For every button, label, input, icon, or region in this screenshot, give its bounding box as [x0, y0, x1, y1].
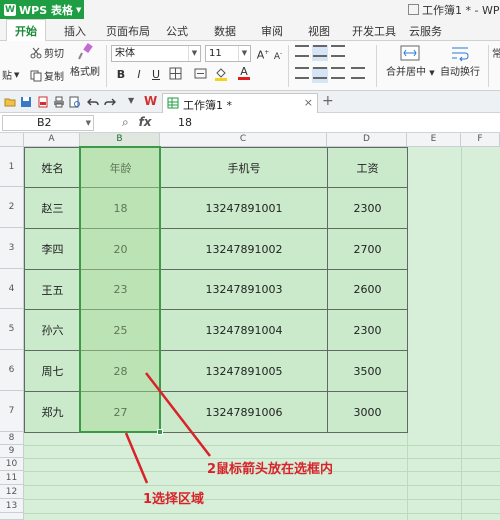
- redo-icon[interactable]: [104, 96, 116, 108]
- align-middle-button[interactable]: [312, 45, 328, 61]
- align-center-button[interactable]: [312, 67, 328, 83]
- name-box[interactable]: B2 ▼: [2, 115, 94, 131]
- chevron-down-icon: ▼: [85, 119, 91, 127]
- divider: [488, 45, 489, 87]
- formula-bar: B2 ▼ ⌕ fx 18: [0, 113, 500, 133]
- align-bottom-button[interactable]: [330, 45, 346, 61]
- divider: [106, 45, 107, 87]
- justify-icon: [351, 67, 365, 79]
- format-painter-button[interactable]: 格式刷: [70, 43, 100, 78]
- grow-font-button[interactable]: A+: [255, 45, 271, 62]
- annotation-line: [124, 432, 149, 484]
- copy-button[interactable]: 复制: [30, 68, 64, 83]
- tab-developer[interactable]: 开发工具: [352, 23, 396, 39]
- app-menu-button[interactable]: W WPS 表格 ▼: [0, 0, 84, 19]
- chevron-down-icon: ▼: [75, 5, 82, 14]
- shrink-font-button[interactable]: A-: [270, 46, 286, 62]
- print-preview-icon[interactable]: [69, 96, 81, 108]
- paint-bucket-icon: [215, 68, 227, 81]
- borders-button[interactable]: [167, 67, 183, 83]
- align-left-button[interactable]: [294, 67, 310, 83]
- pdf-export-icon[interactable]: [37, 96, 49, 108]
- save-icon[interactable]: [20, 96, 32, 108]
- copy-icon: [30, 70, 42, 81]
- align-left-icon: [295, 67, 309, 79]
- annotation-line: [145, 372, 211, 457]
- distribute-button[interactable]: [350, 67, 366, 83]
- italic-button[interactable]: I: [131, 67, 147, 83]
- wps-logo-icon: W: [4, 3, 16, 16]
- ribbon-tabs: 开始 插入 页面布局 公式 数据 审阅 视图 开发工具 云服务: [0, 19, 500, 41]
- app-name: WPS 表格: [19, 3, 73, 17]
- tab-view[interactable]: 视图: [308, 23, 330, 39]
- undo-icon[interactable]: [87, 96, 99, 108]
- spreadsheet-doc-icon: [167, 97, 179, 109]
- align-top-button[interactable]: [294, 45, 310, 61]
- annotation-cursor-inside: 2鼠标箭头放在选框内: [207, 462, 334, 477]
- window-title: 工作簿1 * - WPS: [408, 2, 500, 18]
- annotation-select-region: 1选择区域: [143, 492, 205, 507]
- wrap-text-icon: [452, 47, 469, 62]
- formula-icons: ⌕ fx: [122, 115, 152, 130]
- formula-input[interactable]: 18: [178, 116, 192, 129]
- spreadsheet-grid[interactable]: A B C D E F 1 2 3 4 5 6 7 8 9 10 11 12 1…: [0, 133, 500, 520]
- align-top-icon: [295, 45, 309, 57]
- tab-page-layout[interactable]: 页面布局: [106, 23, 150, 39]
- document-tab-label: 工作簿1 *: [183, 99, 232, 112]
- border-grid-icon: [169, 67, 181, 80]
- tab-insert[interactable]: 插入: [64, 23, 86, 39]
- title-bar: W WPS 表格 ▼ 工作簿1 * - WPS: [0, 0, 500, 19]
- print-icon[interactable]: [53, 96, 65, 108]
- align-bottom-icon: [331, 45, 345, 57]
- insert-function-button[interactable]: fx: [139, 115, 152, 129]
- align-center-icon: [313, 67, 327, 79]
- quick-access-bar: ▼ W 工作簿1 * × +: [0, 91, 500, 113]
- tab-formulas[interactable]: 公式: [166, 23, 188, 39]
- chevron-down-icon: ▼: [238, 46, 250, 61]
- wrap-text-button[interactable]: 自动换行: [440, 44, 480, 78]
- merge-cells-button[interactable]: [192, 67, 208, 83]
- spreadsheet-icon: [408, 4, 419, 15]
- merge-center-button[interactable]: 合并居中 ▼: [386, 44, 435, 78]
- font-color-button[interactable]: A: [236, 66, 252, 82]
- align-right-button[interactable]: [330, 67, 346, 83]
- scissors-icon: [30, 47, 42, 58]
- tab-data[interactable]: 数据: [214, 23, 236, 39]
- merge-center-icon: [400, 45, 420, 61]
- underline-button[interactable]: U: [148, 67, 164, 83]
- chevron-down-icon[interactable]: ▼: [128, 96, 134, 105]
- tab-cloud[interactable]: 云服务: [409, 23, 442, 39]
- divider: [376, 45, 377, 87]
- number-format-select[interactable]: 常: [492, 45, 500, 60]
- close-tab-icon[interactable]: ×: [304, 96, 313, 109]
- open-folder-icon[interactable]: [4, 96, 16, 108]
- brush-icon: [78, 43, 93, 60]
- zoom-icon[interactable]: ⌕: [122, 115, 129, 129]
- cut-button[interactable]: 剪切: [30, 45, 64, 60]
- fill-color-button[interactable]: [213, 67, 229, 83]
- tab-home[interactable]: 开始: [6, 19, 46, 41]
- bold-button[interactable]: B: [113, 67, 129, 83]
- chevron-down-icon: ▼: [188, 46, 200, 61]
- divider: [288, 45, 289, 87]
- wps-w-icon[interactable]: W: [144, 94, 157, 108]
- font-name-select[interactable]: 宋体 ▼: [111, 45, 201, 62]
- tab-review[interactable]: 审阅: [261, 23, 283, 39]
- align-middle-icon: [313, 45, 327, 57]
- font-size-select[interactable]: 11 ▼: [205, 45, 251, 62]
- align-right-icon: [331, 67, 345, 79]
- ribbon-toolbar: 贴 ▼ 剪切 复制 格式刷 宋体 ▼ 11 ▼ A+ A- B I U A 合并…: [0, 41, 500, 91]
- merge-icon: [194, 68, 206, 79]
- new-tab-icon[interactable]: +: [322, 93, 334, 109]
- document-tab[interactable]: 工作簿1 * ×: [162, 93, 318, 113]
- paste-button[interactable]: 贴 ▼: [2, 67, 19, 83]
